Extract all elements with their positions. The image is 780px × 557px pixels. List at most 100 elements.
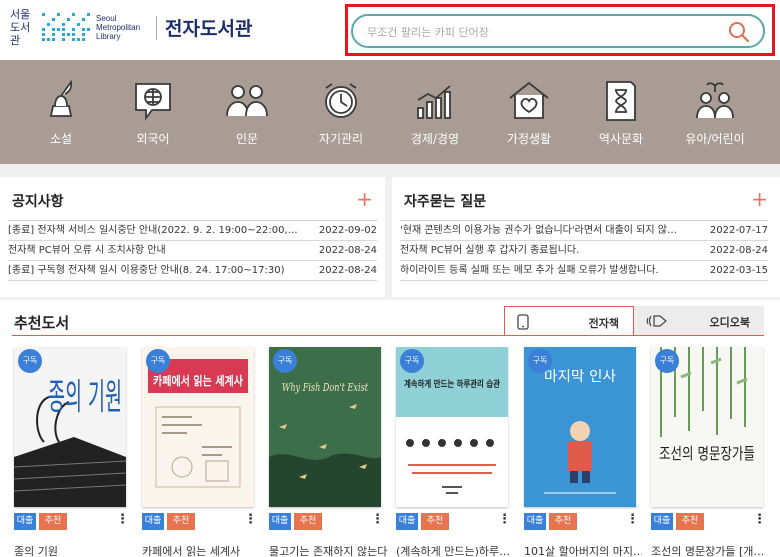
logo-dot <box>52 17 55 21</box>
loan-button[interactable]: 대출 <box>396 513 418 530</box>
logo-dot <box>57 27 60 31</box>
notice-row[interactable]: [종료] 전자책 서비스 일시중단 안내(2022. 9. 2. 19:00~2… <box>8 221 377 241</box>
category-label: 경제/경영 <box>410 132 460 146</box>
faq-row-date: 2022-08-24 <box>709 245 768 256</box>
book-card[interactable]: 구독 조선의 명문장가들 대출 추천 ⋮ 조선의 명문장가들 [개… <box>651 347 766 557</box>
category-history-culture[interactable]: 역사문화 <box>576 78 666 147</box>
notice-row[interactable]: [종료] 구독형 전자책 일시 이용중단 안내(8. 24. 17:00~17:… <box>8 261 377 281</box>
faq-panel: 자주묻는 질문 + '현재 콘텐츠의 이용가능 권수가 없습니다'라면서 대출이… <box>392 177 780 297</box>
search-icon[interactable] <box>727 20 751 44</box>
logo-dot <box>52 37 55 41</box>
notice-row[interactable]: 전자책 PC뷰어 오류 시 조치사항 안내 2022-08-24 <box>8 241 377 261</box>
faq-row-title[interactable]: '현재 콘텐츠의 이용가능 권수가 없습니다'라면서 대출이 되지 않… <box>400 221 677 240</box>
notice-list: [종료] 전자책 서비스 일시중단 안내(2022. 9. 2. 19:00~2… <box>8 220 377 281</box>
book-cover[interactable]: 구독 마지막 인사 <box>524 347 636 507</box>
category-children[interactable]: 유아/어린이 <box>670 78 760 147</box>
loan-button[interactable]: 대출 <box>651 513 673 530</box>
recommend-button[interactable]: 추천 <box>294 513 322 530</box>
search-input[interactable] <box>367 23 707 41</box>
category-novel[interactable]: 소설 <box>16 78 106 147</box>
recommend-button[interactable]: 추천 <box>167 513 195 530</box>
globe-chat-icon <box>135 83 171 121</box>
logo-dot <box>82 17 85 21</box>
logo-dot <box>62 22 65 26</box>
book-cover-text: 종의 기원 <box>48 377 122 418</box>
book-cover-text: Why Fish Don't Exist <box>282 381 368 394</box>
category-humanities[interactable]: 인문 <box>202 78 292 147</box>
category-label: 가정생활 <box>506 132 552 146</box>
recommend-button[interactable]: 추천 <box>549 513 577 530</box>
recommend-button[interactable]: 추천 <box>676 513 704 530</box>
faq-row[interactable]: 전자책 PC뷰어 실행 후 갑자기 종료됩니다. 2022-08-24 <box>400 241 768 261</box>
more-options-icon[interactable]: ⋮ <box>371 512 384 530</box>
tab-ebook[interactable]: 전자책 <box>504 306 634 336</box>
site-logo[interactable]: 서울 도서관 Seoul Metropolitan Library 전자도서관 <box>10 8 252 47</box>
loan-button[interactable]: 대출 <box>524 513 546 530</box>
logo-dot <box>57 12 60 16</box>
book-card[interactable]: 구독 종의 기원 대출 추천 ⋮ 종의 기원 <box>14 347 129 557</box>
book-cover[interactable]: 구독 조선의 명문장가들 <box>651 347 763 507</box>
recommend-button[interactable]: 추천 <box>421 513 449 530</box>
subscription-badge: 구독 <box>146 349 170 373</box>
book-cover-text: 계속하게 만드는 하루관리 습관 <box>404 378 501 390</box>
faq-row[interactable]: '현재 콘텐츠의 이용가능 권수가 없습니다'라면서 대출이 되지 않… 202… <box>400 221 768 241</box>
book-cover[interactable]: 구독 종의 기원 <box>14 347 126 507</box>
faq-row[interactable]: 하이라이트 등록 실패 또는 메모 추가 실패 오류가 발생합니다. 2022-… <box>400 261 768 281</box>
book-title[interactable]: 카페에서 읽는 세계사 <box>142 543 260 557</box>
book-actions: 대출 추천 ⋮ <box>14 512 129 531</box>
book-cover[interactable]: 구독 Why Fish Don't Exist <box>269 347 381 507</box>
more-options-icon[interactable]: ⋮ <box>626 512 639 530</box>
loan-button[interactable]: 대출 <box>269 513 291 530</box>
faq-row-title[interactable]: 하이라이트 등록 실패 또는 메모 추가 실패 오류가 발생합니다. <box>400 261 659 280</box>
category-home-life[interactable]: 가정생활 <box>484 78 574 147</box>
category-label: 자기관리 <box>318 132 364 146</box>
recommended-title: 추천도서 <box>14 314 70 332</box>
faq-row-date: 2022-03-15 <box>709 265 768 276</box>
book-cover[interactable]: 구독 카페에서 읽는 세계사 <box>142 347 254 507</box>
faq-title: 자주묻는 질문 <box>404 194 487 210</box>
category-foreign-language[interactable]: 외국어 <box>108 78 198 147</box>
logo-dot <box>82 27 85 31</box>
faq-more-button[interactable]: + <box>751 189 768 209</box>
more-options-icon[interactable]: ⋮ <box>498 512 511 530</box>
audio-speaker-icon <box>646 315 667 327</box>
loan-button[interactable]: 대출 <box>14 513 36 530</box>
tab-audiobook[interactable]: 오디오북 <box>634 306 764 336</box>
subscription-badge: 구독 <box>655 349 679 373</box>
book-title[interactable]: 조선의 명문장가들 [개… <box>651 543 769 557</box>
logo-dot <box>62 37 65 41</box>
logo-dot <box>42 32 45 36</box>
logo-dot <box>42 12 45 16</box>
notice-panel: 공지사항 + [종료] 전자책 서비스 일시중단 안내(2022. 9. 2. … <box>0 177 385 297</box>
book-cover[interactable]: 구독 계속하게 만드는 하루관리 습관 <box>396 347 508 507</box>
children-icon <box>696 82 734 119</box>
category-economy[interactable]: 경제/경영 <box>390 78 480 147</box>
book-title[interactable]: 101살 할아버지의 마지… <box>524 543 642 557</box>
book-card[interactable]: 구독 계속하게 만드는 하루관리 습관 대출 추천 ⋮ (계속하게 만드는)하루… <box>396 347 511 557</box>
logo-dot <box>52 32 55 36</box>
notice-row-title[interactable]: 전자책 PC뷰어 오류 시 조치사항 안내 <box>8 241 166 260</box>
logo-dot <box>67 32 70 36</box>
search-bar[interactable] <box>351 14 765 48</box>
book-card[interactable]: 구독 카페에서 읽는 세계사 대출 추천 ⋮ 카페에서 읽는 세계사 <box>142 347 257 557</box>
subscription-badge: 구독 <box>18 349 42 373</box>
faq-row-title[interactable]: 전자책 PC뷰어 실행 후 갑자기 종료됩니다. <box>400 241 579 260</box>
book-title[interactable]: 물고기는 존재하지 않는다 <box>269 543 387 557</box>
book-card[interactable]: 구독 마지막 인사 대출 추천 ⋮ 101살 할아버지의 마지… <box>524 347 642 557</box>
category-self-management[interactable]: 자기관리 <box>296 78 386 147</box>
recommend-button[interactable]: 추천 <box>39 513 67 530</box>
notice-row-title[interactable]: [종료] 구독형 전자책 일시 이용중단 안내(8. 24. 17:00~17:… <box>8 261 285 280</box>
logo-dot <box>82 32 85 36</box>
book-cover-text: 카페에서 읽는 세계사 <box>153 373 243 388</box>
book-title[interactable]: 종의 기원 <box>14 543 132 557</box>
book-actions: 대출 추천 ⋮ <box>524 512 639 531</box>
book-title[interactable]: (계속하게 만드는)하루… <box>396 543 514 557</box>
more-options-icon[interactable]: ⋮ <box>116 512 129 530</box>
loan-button[interactable]: 대출 <box>142 513 164 530</box>
notice-more-button[interactable]: + <box>356 189 373 209</box>
more-options-icon[interactable]: ⋮ <box>753 512 766 530</box>
more-options-icon[interactable]: ⋮ <box>244 512 257 530</box>
logo-dot <box>82 37 85 41</box>
book-card[interactable]: 구독 Why Fish Don't Exist 대출 추천 ⋮ 물고기는 존재하… <box>269 347 387 557</box>
notice-row-title[interactable]: [종료] 전자책 서비스 일시중단 안내(2022. 9. 2. 19:00~2… <box>8 221 298 240</box>
